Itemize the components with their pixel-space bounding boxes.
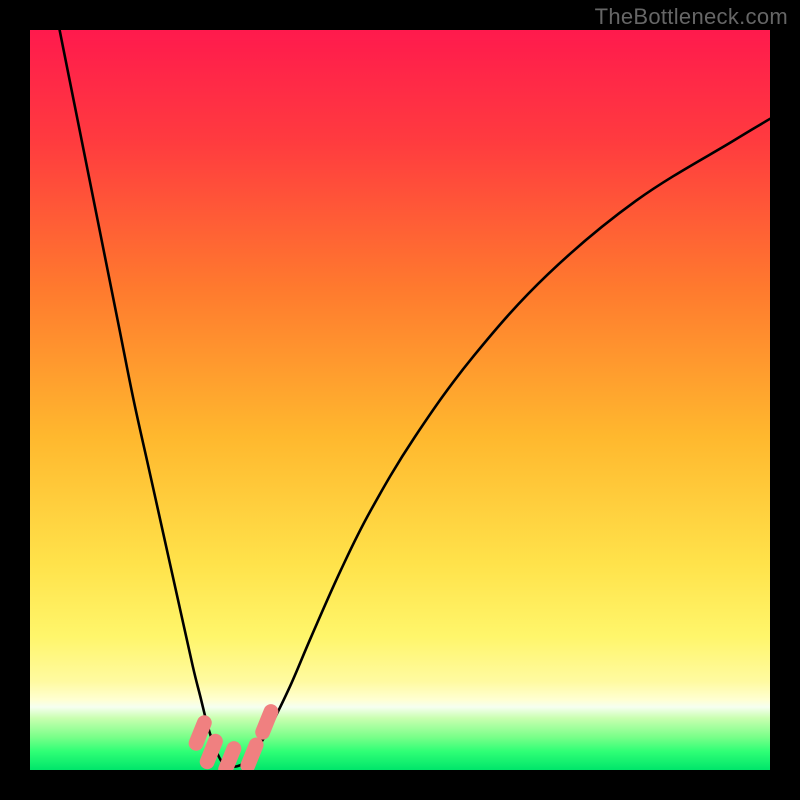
optimum-marker <box>238 735 266 770</box>
chart-frame: TheBottleneck.com <box>0 0 800 800</box>
watermark-label: TheBottleneck.com <box>595 4 788 30</box>
chart-svg <box>30 30 770 770</box>
bottleneck-curve <box>60 30 770 767</box>
optimum-marker <box>253 702 281 742</box>
plot-area <box>30 30 770 770</box>
optimum-markers <box>186 702 280 770</box>
